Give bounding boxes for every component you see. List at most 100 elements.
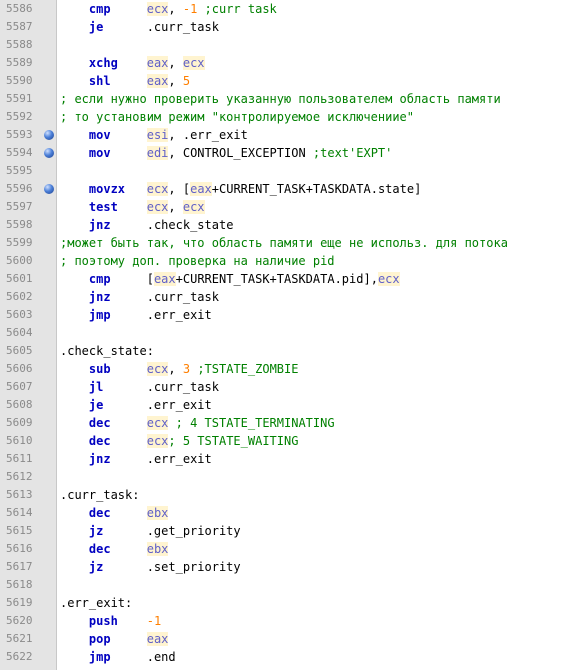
code-line[interactable]: 5609 dec ecx ; 4 TSTATE_TERMINATING — [0, 414, 569, 432]
line-number: 5618 — [6, 578, 33, 591]
code-token: ecx — [182, 200, 205, 214]
code-text: push -1 — [60, 612, 161, 630]
code-line[interactable]: 5605 .check_state: — [0, 342, 569, 360]
code-line[interactable]: 5610 dec ecx; 5 TSTATE_WAITING — [0, 432, 569, 450]
code-text: jl .curr_task — [60, 378, 219, 396]
code-text: movzx ecx, [eax+CURRENT_TASK+TASKDATA.st… — [60, 180, 421, 198]
code-line[interactable]: 5607 jl .curr_task — [0, 378, 569, 396]
code-token: je — [88, 398, 104, 412]
code-token: .curr_task: — [60, 488, 140, 502]
code-line[interactable]: 5608 je .err_exit — [0, 396, 569, 414]
code-text: pop eax — [60, 630, 169, 648]
line-number: 5586 — [6, 2, 33, 15]
code-line[interactable]: 5611 jnz .err_exit — [0, 450, 569, 468]
code-text: jz .get_priority — [60, 522, 241, 540]
code-text: cmp [eax+CURRENT_TASK+TASKDATA.pid],ecx — [60, 270, 400, 288]
code-line[interactable]: 5619 .err_exit: — [0, 594, 569, 612]
code-token: eax — [146, 632, 169, 646]
line-number: 5606 — [6, 362, 33, 375]
line-number: 5595 — [6, 164, 33, 177]
code-line[interactable]: 5615 jz .get_priority — [0, 522, 569, 540]
code-token: jmp — [88, 650, 111, 664]
code-line[interactable]: 5589 xchg eax, ecx — [0, 54, 569, 72]
code-line[interactable]: 5614 dec ebx — [0, 504, 569, 522]
code-line[interactable]: 5596 movzx ecx, [eax+CURRENT_TASK+TASKDA… — [0, 180, 569, 198]
code-line[interactable]: 5600 ; поэтому доп. проверка на наличие p… — [0, 252, 569, 270]
code-token: dec — [88, 542, 111, 556]
code-line[interactable]: 5622 jmp .end — [0, 648, 569, 666]
code-text: jz .set_priority — [60, 558, 241, 576]
code-token: eax — [146, 56, 169, 70]
code-line[interactable]: 5593 mov esi, .err_exit — [0, 126, 569, 144]
code-line[interactable]: 5621 pop eax — [0, 630, 569, 648]
breakpoint-icon[interactable] — [44, 148, 54, 158]
code-line[interactable]: 5618 — [0, 576, 569, 594]
line-number: 5593 — [6, 128, 33, 141]
code-token: mov — [88, 128, 111, 142]
code-line[interactable]: 5602 jnz .curr_task — [0, 288, 569, 306]
code-line[interactable]: 5592 ; то установим режим "контролируемое… — [0, 108, 569, 126]
line-number: 5594 — [6, 146, 33, 159]
line-number: 5601 — [6, 272, 33, 285]
breakpoint-icon[interactable] — [44, 184, 54, 194]
code-token: 5 — [182, 74, 191, 88]
line-number: 5603 — [6, 308, 33, 321]
line-number: 5588 — [6, 38, 33, 51]
code-line[interactable]: 5594 mov edi, CONTROL_EXCEPTION ;text'EX… — [0, 144, 569, 162]
code-token: jz — [88, 560, 104, 574]
code-line[interactable]: 5586 cmp ecx, -1 ;curr task — [0, 0, 569, 18]
code-line[interactable]: 5620 push -1 — [0, 612, 569, 630]
code-line[interactable]: 5601 cmp [eax+CURRENT_TASK+TASKDATA.pid]… — [0, 270, 569, 288]
code-text: xchg eax, ecx — [60, 54, 205, 72]
code-token: xchg — [88, 56, 118, 70]
code-token: ; то установим режим "контролируемое иск… — [60, 110, 415, 124]
code-text: ;может быть так, что область памяти еще … — [60, 234, 508, 252]
code-token: .err_exit — [110, 308, 212, 322]
code-line[interactable]: 5617 jz .set_priority — [0, 558, 569, 576]
code-line[interactable]: 5597 test ecx, ecx — [0, 198, 569, 216]
code-line[interactable]: 5603 jmp .err_exit — [0, 306, 569, 324]
line-number: 5608 — [6, 398, 33, 411]
line-number: 5616 — [6, 542, 33, 555]
code-text: test ecx, ecx — [60, 198, 205, 216]
code-token: , — [168, 56, 183, 70]
code-text: dec ebx — [60, 504, 169, 522]
line-number: 5589 — [6, 56, 33, 69]
code-text: je .curr_task — [60, 18, 219, 36]
line-number: 5620 — [6, 614, 33, 627]
code-line[interactable]: 5598 jnz .check_state — [0, 216, 569, 234]
breakpoint-icon[interactable] — [44, 130, 54, 140]
code-token: , [ — [168, 182, 191, 196]
code-line[interactable]: 5599 ;может быть так, что область памяти … — [0, 234, 569, 252]
line-number: 5607 — [6, 380, 33, 393]
code-token: .set_priority — [103, 560, 241, 574]
code-token: .curr_task — [103, 380, 219, 394]
line-number: 5619 — [6, 596, 33, 609]
line-number: 5598 — [6, 218, 33, 231]
code-token: ;text'EXPT' — [312, 146, 393, 160]
code-line[interactable]: 5591 ; если нужно проверить указанную пол… — [0, 90, 569, 108]
code-text: .err_exit: — [60, 594, 132, 612]
code-line[interactable]: 5595 — [0, 162, 569, 180]
code-line[interactable]: 5616 dec ebx — [0, 540, 569, 558]
code-line[interactable]: 5604 — [0, 324, 569, 342]
code-line[interactable]: 5612 — [0, 468, 569, 486]
code-token: ; 4 TSTATE_TERMINATING — [168, 416, 335, 430]
line-number: 5622 — [6, 650, 33, 663]
line-number: 5605 — [6, 344, 33, 357]
code-line[interactable]: 5588 — [0, 36, 569, 54]
code-line[interactable]: 5587 je .curr_task — [0, 18, 569, 36]
line-number: 5612 — [6, 470, 33, 483]
code-line[interactable]: 5613 .curr_task: — [0, 486, 569, 504]
code-line[interactable]: 5590 shl eax, 5 — [0, 72, 569, 90]
code-line[interactable]: 5606 sub ecx, 3 ;TSTATE_ZOMBIE — [0, 360, 569, 378]
